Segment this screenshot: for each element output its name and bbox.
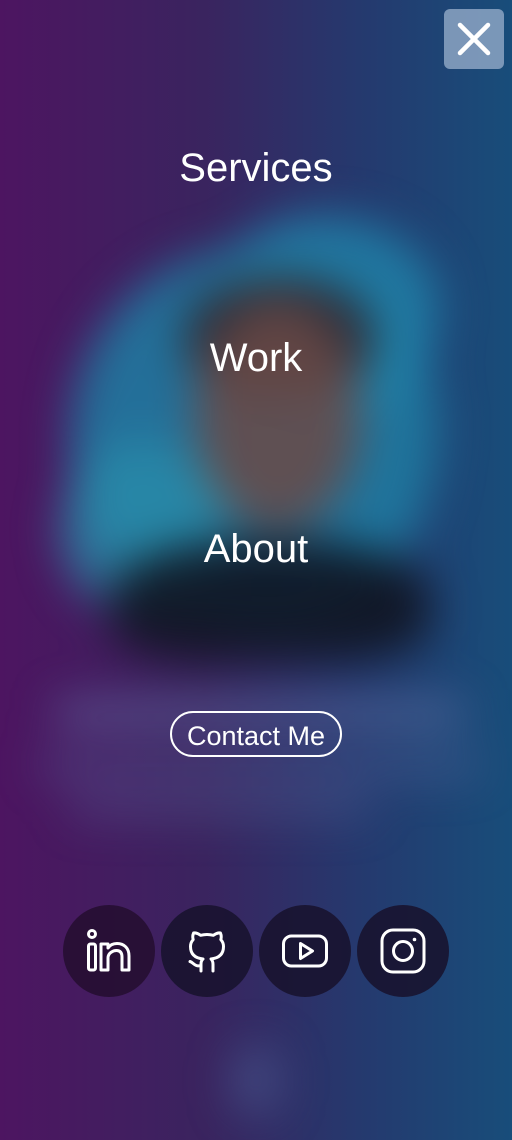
blurred-portrait-backdrop	[70, 250, 440, 630]
blurred-portrait-backdrop	[210, 215, 440, 415]
nav-item-about[interactable]: About	[0, 525, 512, 573]
youtube-link[interactable]	[259, 905, 351, 997]
instagram-link[interactable]	[357, 905, 449, 997]
blurred-text-line	[70, 795, 370, 817]
github-link[interactable]	[161, 905, 253, 997]
linkedin-link[interactable]	[63, 905, 155, 997]
contact-me-button[interactable]: Contact Me	[169, 711, 343, 757]
github-icon	[188, 931, 225, 973]
linkedin-icon	[87, 929, 131, 972]
contact-wrapper: Contact Me	[0, 711, 512, 757]
blurred-scroll-indicator	[232, 1045, 280, 1115]
social-links	[0, 905, 512, 997]
nav-item-services[interactable]: Services	[0, 144, 512, 192]
close-menu-button[interactable]	[444, 9, 504, 69]
instagram-icon	[380, 928, 426, 974]
close-icon	[457, 22, 491, 56]
youtube-icon	[282, 934, 328, 968]
mobile-menu-overlay: Services Work About Contact Me	[0, 0, 512, 1140]
nav-item-work[interactable]: Work	[0, 334, 512, 382]
